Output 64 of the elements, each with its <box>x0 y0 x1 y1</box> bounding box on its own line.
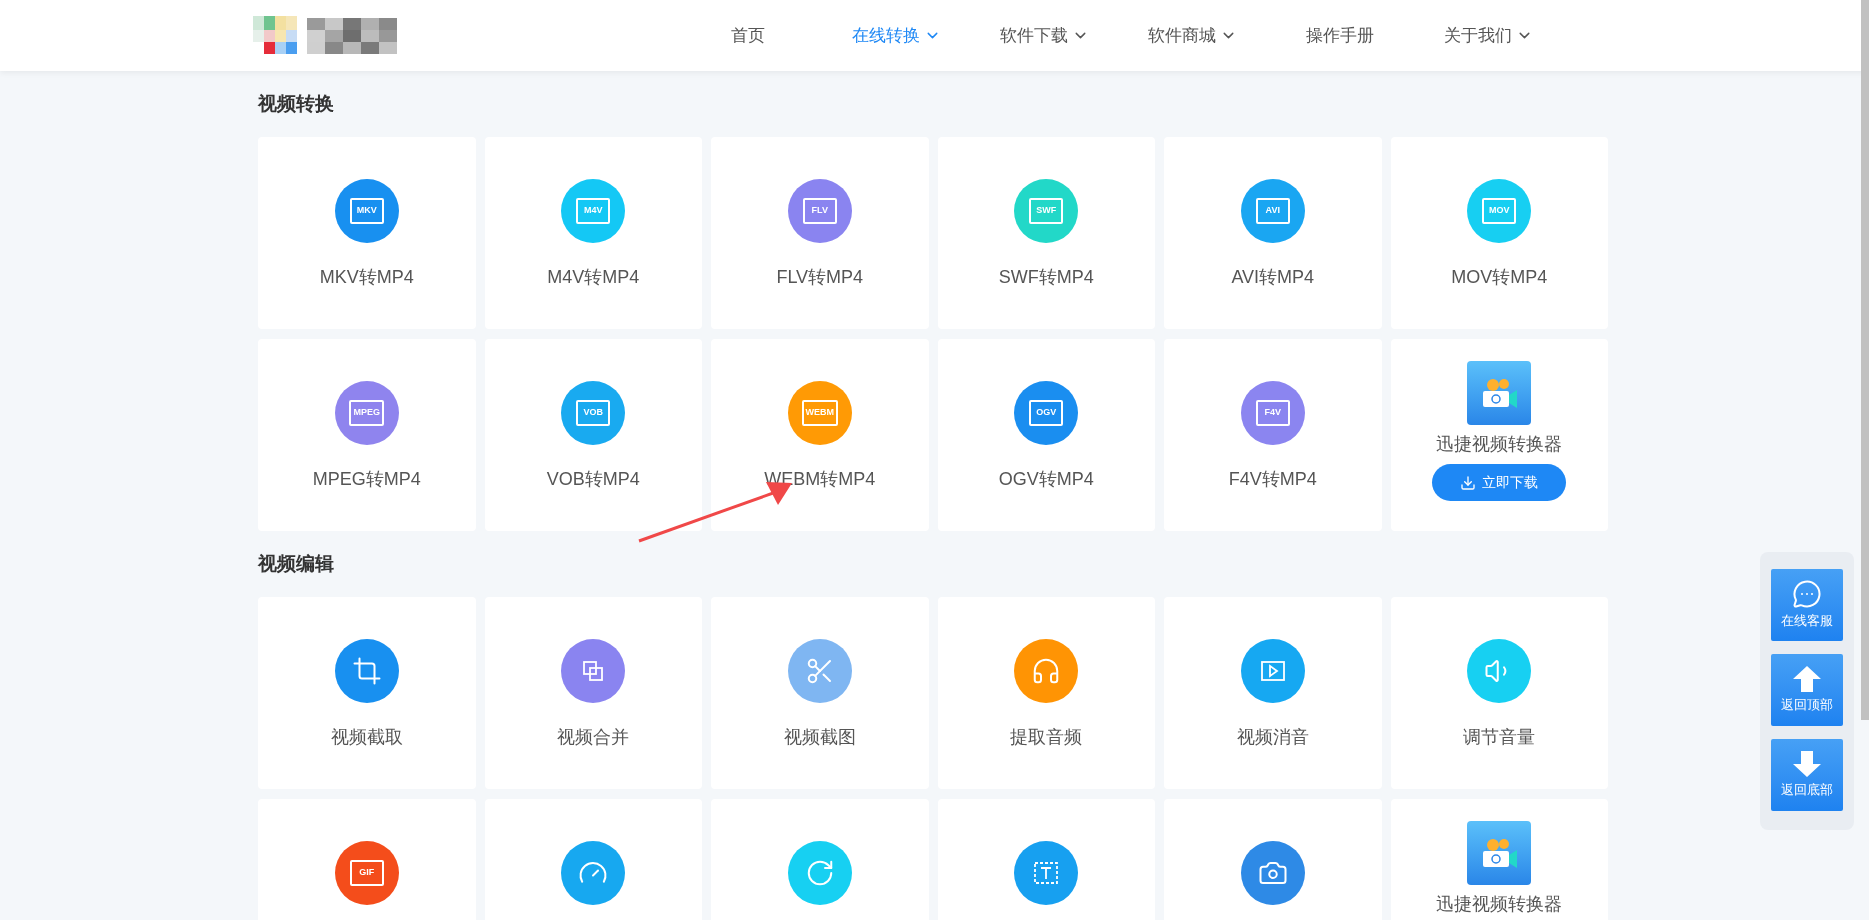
side-button[interactable]: 在线客服 <box>1771 569 1843 641</box>
card-label: 视频截取 <box>330 726 403 749</box>
format-label: SWF <box>1029 198 1064 224</box>
tool-card[interactable]: 视频消音 <box>1164 597 1382 789</box>
format-label: WEBM <box>801 400 838 426</box>
section-title: 视频编辑 <box>258 552 335 576</box>
nav-link[interactable]: 在线转换 <box>822 22 970 49</box>
card-label: 视频截图 <box>783 726 856 749</box>
tool-card[interactable]: F4V F4V转MP4 <box>1164 339 1382 531</box>
tool-card[interactable]: GIF <box>258 799 476 920</box>
card-label: SWF转MP4 <box>998 266 1094 289</box>
nav-link[interactable]: 操作手册 <box>1266 22 1414 49</box>
format-label: MKV <box>349 198 384 224</box>
nav-link[interactable]: 软件下载 <box>970 22 1118 49</box>
tool-card[interactable]: 提取音频 <box>937 597 1155 789</box>
format-label: GIF <box>349 860 384 886</box>
download-button[interactable]: 立即下载 <box>1432 464 1567 501</box>
app-camera-icon <box>1467 821 1532 885</box>
card-label: F4V转MP4 <box>1228 468 1317 491</box>
format-label: F4V <box>1255 400 1290 426</box>
chat-bubble-icon <box>1792 579 1822 610</box>
tool-card[interactable]: 视频截图 <box>711 597 929 789</box>
up-arrow-icon <box>1792 665 1822 694</box>
tool-card[interactable]: 调节音量 <box>1390 597 1608 789</box>
tool-card[interactable]: 视频截取 <box>258 597 476 789</box>
download-icon <box>1460 474 1477 491</box>
tool-card[interactable]: OGV OGV转MP4 <box>937 339 1155 531</box>
format-label: FLV <box>802 198 837 224</box>
tool-card[interactable]: VOB VOB转MP4 <box>484 339 702 531</box>
tool-card[interactable]: FLV FLV转MP4 <box>711 137 929 329</box>
card-label: VOB转MP4 <box>546 468 640 491</box>
card-label: MKV转MP4 <box>319 266 414 289</box>
nav-link[interactable]: 关于我们 <box>1414 22 1562 49</box>
format-label: VOB <box>576 400 611 426</box>
card-label: FLV转MP4 <box>776 266 864 289</box>
tool-card[interactable]: M4V M4V转MP4 <box>484 137 702 329</box>
down-arrow-icon <box>1792 750 1822 779</box>
section-title: 视频转换 <box>258 92 335 116</box>
card-label: 视频合并 <box>557 726 630 749</box>
nav-link[interactable]: 软件商城 <box>1118 22 1266 49</box>
card-label: MPEG转MP4 <box>312 468 421 491</box>
logo-mosaic-icon <box>253 15 297 56</box>
card-label: 提取音频 <box>1010 726 1083 749</box>
tool-card[interactable]: MOV MOV转MP4 <box>1390 137 1608 329</box>
tool-card[interactable]: MPEG MPEG转MP4 <box>258 339 476 531</box>
tool-card[interactable]: SWF SWF转MP4 <box>937 137 1155 329</box>
app-title: 迅捷视频转换器 <box>1436 433 1563 456</box>
card-label: 调节音量 <box>1463 726 1536 749</box>
app-camera-icon <box>1467 361 1532 425</box>
app-title: 迅捷视频转换器 <box>1436 893 1563 916</box>
card-label: AVI转MP4 <box>1231 266 1315 289</box>
nav-link[interactable]: 首页 <box>674 22 822 49</box>
card-label: 视频消音 <box>1236 726 1309 749</box>
format-label: MOV <box>1482 198 1517 224</box>
card-label: MOV转MP4 <box>1451 266 1548 289</box>
card-label: M4V转MP4 <box>547 266 640 289</box>
tool-card[interactable]: MKV MKV转MP4 <box>258 137 476 329</box>
format-label: OGV <box>1029 400 1064 426</box>
tool-card[interactable]: 视频合并 <box>484 597 702 789</box>
format-label: AVI <box>1255 198 1290 224</box>
tool-card[interactable]: AVI AVI转MP4 <box>1164 137 1382 329</box>
card-label: OGV转MP4 <box>998 468 1094 491</box>
format-label: M4V <box>576 198 611 224</box>
format-label: MPEG <box>349 400 384 426</box>
